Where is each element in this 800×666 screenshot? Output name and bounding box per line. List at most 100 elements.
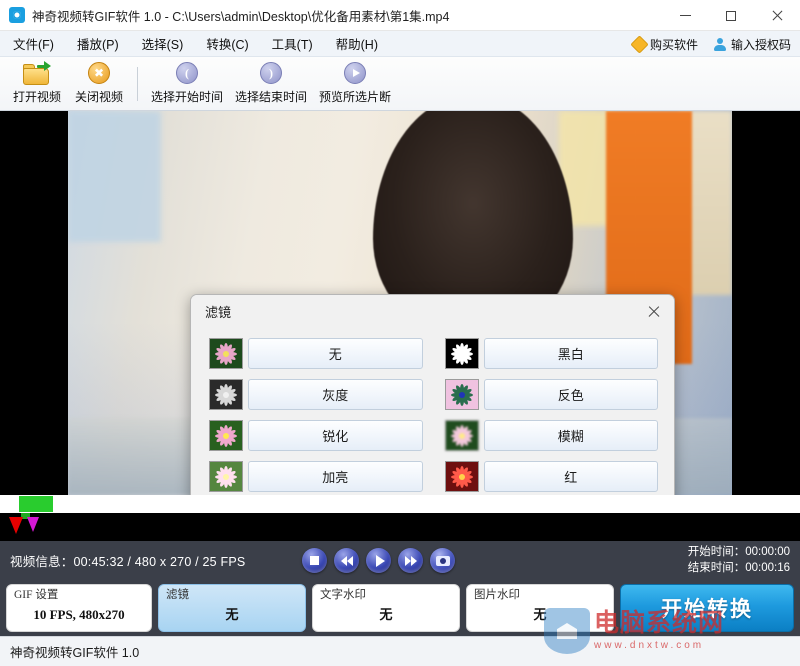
menu-bar: 文件(F) 播放(P) 选择(S) 转换(C) 工具(T) 帮助(H) 购买软件… (0, 31, 800, 57)
timeline-track[interactable] (0, 495, 800, 513)
filter-button-grayscale[interactable]: 灰度 (248, 379, 423, 410)
rewind-icon (340, 555, 353, 566)
lotus-red-thumb (444, 461, 479, 492)
lotus-brighten-thumb (209, 461, 243, 492)
menu-item-play[interactable]: 播放(P) (67, 31, 129, 56)
preview-selection-label: 预览所选片断 (319, 90, 392, 104)
select-start-time-button[interactable]: ( 选择开始时间 (145, 59, 229, 109)
text-watermark-panel[interactable]: 文字水印 无 (312, 584, 460, 632)
fast-forward-icon (404, 555, 417, 566)
start-marker[interactable] (9, 517, 23, 534)
window-controls (662, 0, 800, 31)
close-button[interactable] (754, 0, 800, 31)
maximize-button[interactable] (708, 0, 754, 31)
filter-item-none[interactable]: 无 (209, 337, 423, 370)
snapshot-button[interactable] (430, 548, 455, 573)
text-watermark-label: 文字水印 (320, 589, 366, 601)
minimize-icon (679, 15, 691, 16)
rewind-button[interactable] (334, 548, 359, 573)
open-video-button[interactable]: 打开视频 (6, 59, 68, 109)
filter-dialog-close-button[interactable] (640, 299, 666, 323)
app-logo-icon (9, 7, 25, 23)
filter-button-invert[interactable]: 反色 (483, 379, 658, 410)
play-button[interactable] (366, 548, 391, 573)
preview-selection-button[interactable]: 预览所选片断 (313, 59, 397, 109)
window-title: 神奇视频转GIF软件 1.0 - C:\Users\admin\Desktop\… (32, 9, 450, 24)
filter-panel-value: 无 (225, 607, 239, 622)
maximize-icon (726, 10, 736, 21)
lotus-blackwhite-thumb (444, 338, 479, 369)
fast-forward-button[interactable] (398, 548, 423, 573)
menu-item-convert[interactable]: 转换(C) (196, 31, 258, 56)
lotus-sharpen-thumb (209, 420, 243, 451)
close-icon (771, 10, 783, 22)
close-video-label: 关闭视频 (74, 90, 123, 104)
timeline-markers (0, 513, 800, 541)
filter-list: 无 黑白 灰度 反色 锐化 模糊 加亮 红 (191, 327, 674, 495)
menu-item-file[interactable]: 文件(F) (3, 31, 64, 56)
filter-panel[interactable]: 滤镜 无 (158, 584, 306, 632)
filter-button-sharpen[interactable]: 锐化 (248, 420, 423, 451)
time-readout: 开始时间：00:00:00 结束时间：00:00:16 (688, 544, 790, 576)
diamond-icon (630, 34, 649, 54)
menu-bar-right: 购买软件 输入授权码 (630, 31, 794, 57)
image-watermark-value: 无 (533, 607, 547, 622)
select-start-time-label: 选择开始时间 (151, 90, 224, 104)
gif-settings-panel[interactable]: GIF 设置 10 FPS, 480x270 (6, 584, 152, 632)
filter-dialog: 滤镜 无 黑白 灰度 反色 锐化 模糊 加亮 红 (190, 294, 675, 495)
filter-item-blur[interactable]: 模糊 (444, 419, 658, 452)
application-window: 神奇视频转GIF软件 1.0 - C:\Users\admin\Desktop\… (0, 0, 800, 666)
filter-button-red[interactable]: 红 (483, 461, 658, 492)
lotus-invert-thumb (444, 379, 479, 410)
filter-item-blackwhite[interactable]: 黑白 (444, 337, 658, 370)
start-time-icon: ( (176, 62, 198, 84)
toolbar-separator (137, 66, 138, 101)
title-bar: 神奇视频转GIF软件 1.0 - C:\Users\admin\Desktop\… (0, 0, 800, 31)
menu-item-tools[interactable]: 工具(T) (262, 31, 323, 56)
start-convert-button[interactable]: 开始转换 (620, 584, 794, 632)
filter-dialog-title: 滤镜 (205, 304, 232, 320)
buy-software-button[interactable]: 购买软件 (630, 34, 701, 55)
end-time-readout: 结束时间：00:00:16 (687, 562, 790, 574)
toolbar: 打开视频 ✖ 关闭视频 ( 选择开始时间 ) 选择结束时间 预览所选片断 (0, 57, 800, 111)
filter-item-grayscale[interactable]: 灰度 (209, 378, 423, 411)
filter-button-blur[interactable]: 模糊 (483, 420, 658, 451)
filter-dialog-titlebar: 滤镜 (191, 295, 674, 327)
enter-license-button[interactable]: 输入授权码 (711, 34, 794, 55)
filter-button-brighten[interactable]: 加亮 (248, 461, 423, 492)
video-preview-area[interactable]: 滤镜 无 黑白 灰度 反色 锐化 模糊 加亮 红 (0, 111, 800, 495)
filter-item-invert[interactable]: 反色 (444, 378, 658, 411)
play-icon (375, 554, 385, 567)
status-bar-text: 神奇视频转GIF软件 1.0 (10, 646, 140, 660)
enter-license-label: 输入授权码 (730, 37, 791, 52)
stop-button[interactable] (302, 548, 327, 573)
end-marker[interactable] (27, 517, 39, 532)
close-video-icon: ✖ (88, 62, 110, 84)
filter-button-blackwhite[interactable]: 黑白 (483, 338, 658, 369)
video-info-label: 视频信息：00:45:32 / 480 x 270 / 25 FPS (10, 555, 246, 569)
menu-item-help[interactable]: 帮助(H) (326, 31, 388, 56)
close-icon (647, 305, 660, 318)
image-watermark-panel[interactable]: 图片水印 无 (466, 584, 614, 632)
timeline[interactable] (0, 495, 800, 541)
text-watermark-value: 无 (379, 607, 393, 622)
close-video-button[interactable]: ✖ 关闭视频 (68, 59, 130, 109)
status-bar: 神奇视频转GIF软件 1.0 (0, 636, 800, 666)
gif-settings-label: GIF 设置 (14, 589, 59, 601)
menu-item-select[interactable]: 选择(S) (132, 31, 194, 56)
select-end-time-button[interactable]: ) 选择结束时间 (229, 59, 313, 109)
transport-controls (302, 541, 455, 580)
open-video-label: 打开视频 (12, 90, 61, 104)
buy-software-label: 购买软件 (649, 37, 698, 52)
minimize-button[interactable] (662, 0, 708, 31)
filter-item-red[interactable]: 红 (444, 460, 658, 493)
timeline-selection[interactable] (19, 496, 53, 512)
lotus-grayscale-thumb (209, 379, 243, 410)
camera-icon (435, 555, 450, 566)
preview-play-icon (344, 62, 367, 84)
filter-panel-label: 滤镜 (166, 589, 189, 601)
filter-item-brighten[interactable]: 加亮 (209, 460, 423, 493)
filter-item-sharpen[interactable]: 锐化 (209, 419, 423, 452)
filter-button-none[interactable]: 无 (248, 338, 423, 369)
folder-open-icon (23, 61, 51, 85)
